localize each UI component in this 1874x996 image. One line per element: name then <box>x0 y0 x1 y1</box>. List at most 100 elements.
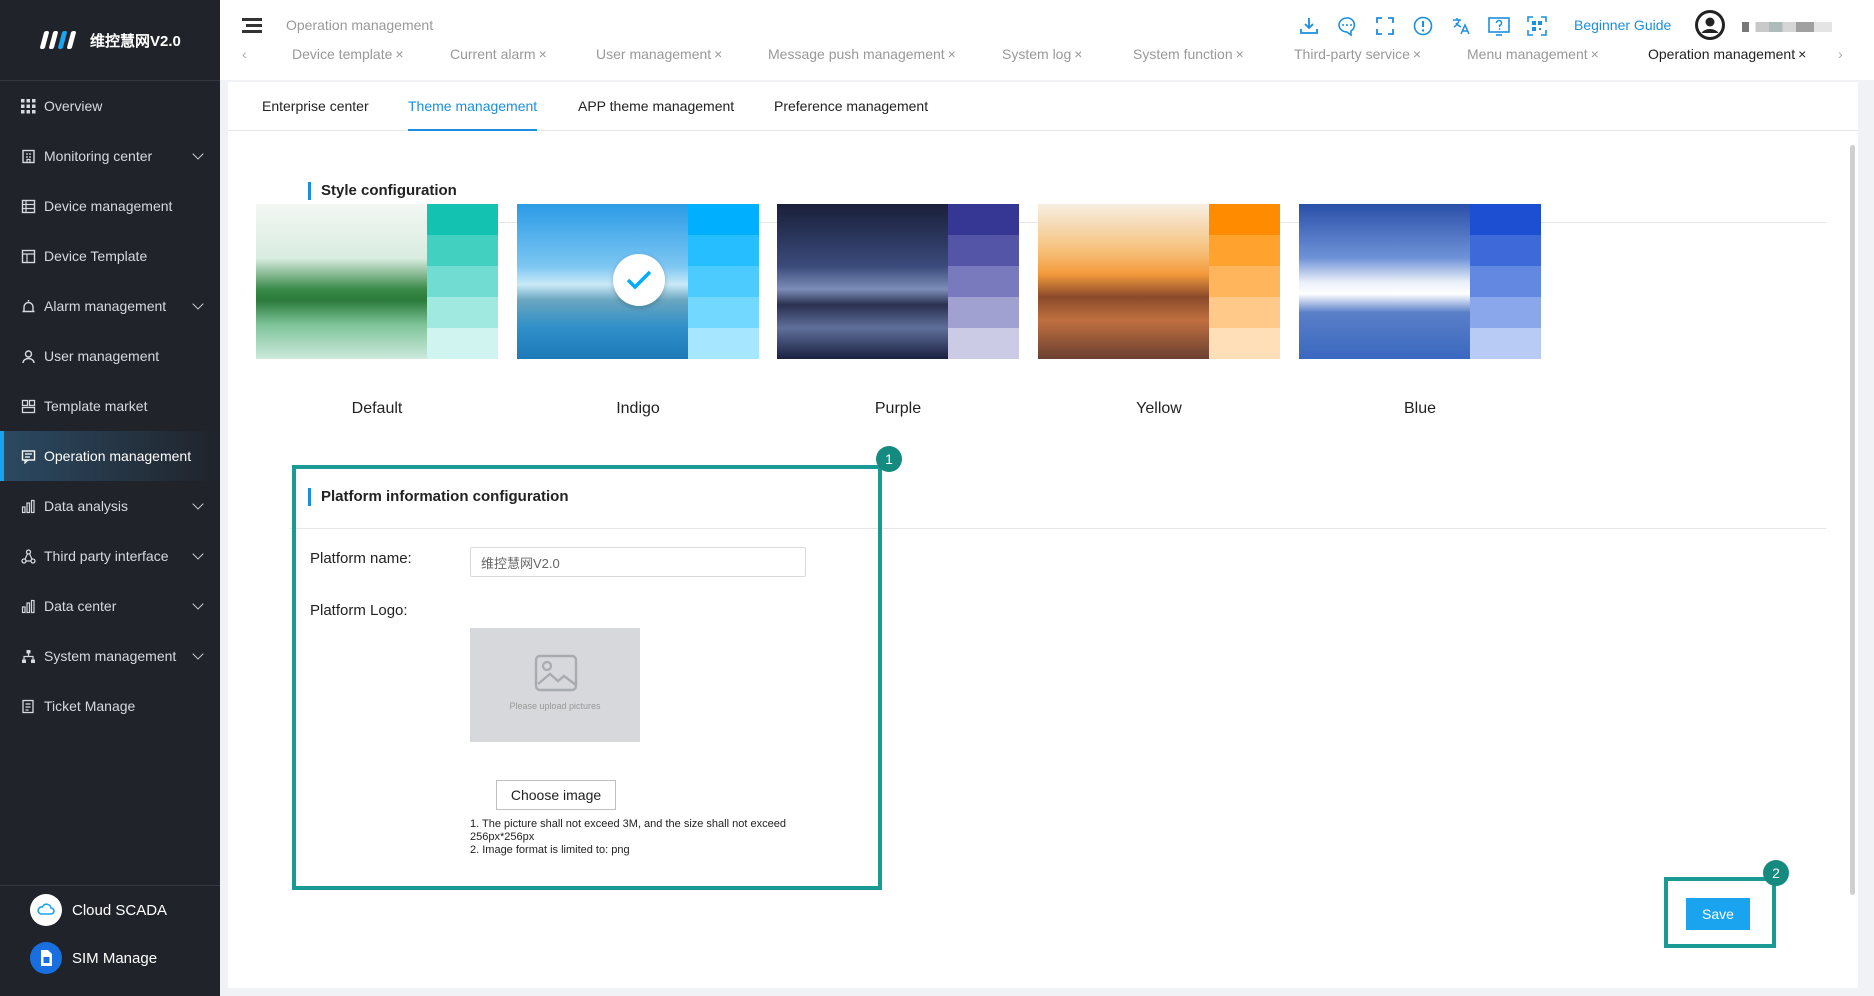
tabs-scroll-right-icon[interactable]: › <box>1838 46 1843 62</box>
user-avatar[interactable] <box>1695 10 1725 40</box>
close-icon[interactable]: × <box>539 46 547 62</box>
open-tab[interactable]: System function × <box>1133 46 1244 62</box>
theme-card-blue[interactable] <box>1299 204 1541 359</box>
sidebar-item-label: User management <box>44 348 160 364</box>
bar-chart-icon <box>20 498 36 514</box>
color-swatch <box>427 235 498 266</box>
sidebar-bottom: Cloud SCADA SIM Manage <box>0 885 220 996</box>
open-tab[interactable]: User management × <box>596 46 722 62</box>
sidebar-item-monitoring-center[interactable]: Monitoring center <box>0 131 220 181</box>
market-icon <box>20 398 36 414</box>
sidebar-item-system-management[interactable]: System management <box>0 631 220 681</box>
theme-color-swatches <box>427 204 498 359</box>
close-icon[interactable]: × <box>1591 46 1599 62</box>
cloud-icon <box>30 894 62 926</box>
menu-toggle-icon[interactable] <box>242 18 262 34</box>
color-swatch <box>427 297 498 328</box>
tab-enterprise-center[interactable]: Enterprise center <box>262 98 369 114</box>
open-tab-label: Third-party service <box>1294 46 1410 62</box>
annotation-badge-2: 2 <box>1763 860 1789 886</box>
beginner-guide-link[interactable]: Beginner Guide <box>1574 17 1671 33</box>
sidebar-item-operation-management[interactable]: Operation management <box>0 431 220 481</box>
sidebar-item-label: Alarm management <box>44 298 167 314</box>
open-tab[interactable]: Third-party service × <box>1294 46 1421 62</box>
sidebar-item-ticket-manage[interactable]: Ticket Manage <box>0 681 220 731</box>
open-tab[interactable]: Message push management × <box>768 46 956 62</box>
close-icon[interactable]: × <box>1236 46 1244 62</box>
sub-tabs: Enterprise center Theme management APP the… <box>228 82 1858 131</box>
open-tab[interactable]: Operation management × <box>1648 46 1806 62</box>
color-swatch <box>948 297 1019 328</box>
close-icon[interactable]: × <box>948 46 956 62</box>
brand-logo-icon <box>39 29 80 51</box>
color-swatch <box>427 328 498 359</box>
color-swatch <box>427 266 498 297</box>
scrollbar[interactable] <box>1850 145 1855 895</box>
theme-card-purple[interactable] <box>777 204 1019 359</box>
theme-card-yellow[interactable] <box>1038 204 1280 359</box>
qr-scan-icon[interactable] <box>1525 14 1549 38</box>
open-tab-label: Operation management <box>1648 46 1796 62</box>
close-icon[interactable]: × <box>1413 46 1421 62</box>
close-icon[interactable]: × <box>1074 46 1082 62</box>
sidebar-item-overview[interactable]: Overview <box>0 81 220 131</box>
color-swatch <box>1470 266 1541 297</box>
chevron-down-icon <box>192 148 204 160</box>
theme-color-swatches <box>1209 204 1280 359</box>
sidebar-item-alarm-management[interactable]: Alarm management <box>0 281 220 331</box>
theme-preview-image <box>256 204 427 359</box>
tab-app-theme-management[interactable]: APP theme management <box>578 98 734 114</box>
theme-card-indigo[interactable] <box>517 204 759 359</box>
save-button[interactable]: Save <box>1686 898 1750 930</box>
sidebar-item-data-analysis[interactable]: Data analysis <box>0 481 220 531</box>
open-tab-label: System function <box>1133 46 1233 62</box>
sidebar-item-device-template[interactable]: Device Template <box>0 231 220 281</box>
close-icon[interactable]: × <box>714 46 722 62</box>
alarm-icon <box>20 298 36 314</box>
color-swatch <box>1209 328 1280 359</box>
sidebar-item-label: Device management <box>44 198 173 214</box>
help-icon[interactable] <box>1487 14 1511 38</box>
theme-label: Yellow <box>1136 400 1182 417</box>
close-icon[interactable]: × <box>1798 46 1806 62</box>
open-tab[interactable]: System log × <box>1002 46 1082 62</box>
theme-card-default[interactable] <box>256 204 498 359</box>
message-icon[interactable] <box>1335 14 1359 38</box>
open-tab-label: Current alarm <box>450 46 536 62</box>
open-tab[interactable]: Device template × <box>292 46 404 62</box>
sidebar-item-third-party-interface[interactable]: Third party interface <box>0 531 220 581</box>
theme-color-swatches <box>948 204 1019 359</box>
open-tabs: Device template × Current alarm × User manag… <box>220 46 1874 68</box>
sidebar-item-cloud-scada[interactable]: Cloud SCADA <box>0 886 220 934</box>
user-name-redacted[interactable] <box>1742 22 1832 32</box>
download-icon[interactable] <box>1297 14 1321 38</box>
sidebar-item-data-center[interactable]: Data center <box>0 581 220 631</box>
sim-icon <box>30 942 62 974</box>
device-list-icon <box>20 198 36 214</box>
sidebar-item-sim-manage[interactable]: SIM Manage <box>0 934 220 982</box>
fullscreen-icon[interactable] <box>1373 14 1397 38</box>
sidebar-item-device-management[interactable]: Device management <box>0 181 220 231</box>
sidebar-item-template-market[interactable]: Template market <box>0 381 220 431</box>
color-swatch <box>948 204 1019 235</box>
checkmark-icon <box>613 254 665 306</box>
open-tab-label: System log <box>1002 46 1072 62</box>
open-tab-label: User management <box>596 46 712 62</box>
sidebar-nav: Overview Monitoring center Device manageme… <box>0 81 220 731</box>
tab-theme-management[interactable]: Theme management <box>408 98 538 131</box>
sidebar-item-label: Operation management <box>44 448 192 464</box>
bar-chart-icon <box>20 598 36 614</box>
tab-preference-management[interactable]: Preference management <box>774 98 928 114</box>
translate-icon[interactable] <box>1449 14 1473 38</box>
alert-icon[interactable] <box>1411 14 1435 38</box>
sidebar-item-label: Data center <box>44 598 117 614</box>
sidebar: 维控慧网V2.0 Overview Monitoring center Device… <box>0 0 220 996</box>
sidebar-item-label: Cloud SCADA <box>72 901 168 919</box>
open-tab-label: Menu management <box>1467 46 1588 62</box>
open-tab[interactable]: Current alarm × <box>450 46 547 62</box>
open-tab[interactable]: Menu management × <box>1467 46 1599 62</box>
ticket-icon <box>20 698 36 714</box>
close-icon[interactable]: × <box>395 46 403 62</box>
user-icon <box>20 348 36 364</box>
sidebar-item-user-management[interactable]: User management <box>0 331 220 381</box>
